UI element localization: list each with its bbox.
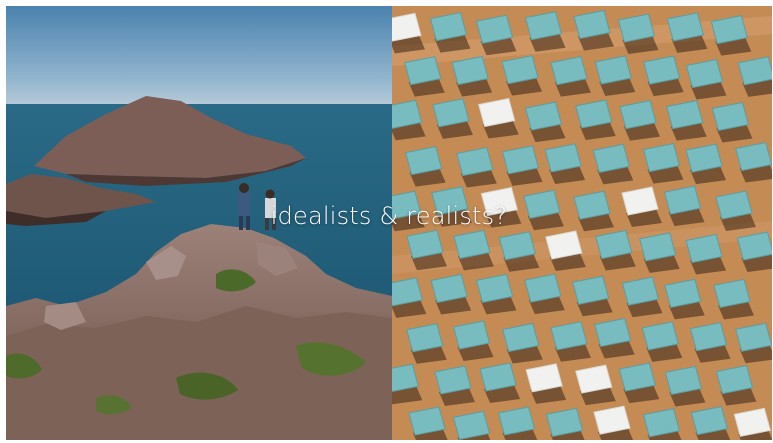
video-frame: idealists & realists?: [6, 6, 772, 440]
solar-field-aerial-image: [392, 6, 772, 440]
coastal-cliff-image: [6, 6, 392, 440]
